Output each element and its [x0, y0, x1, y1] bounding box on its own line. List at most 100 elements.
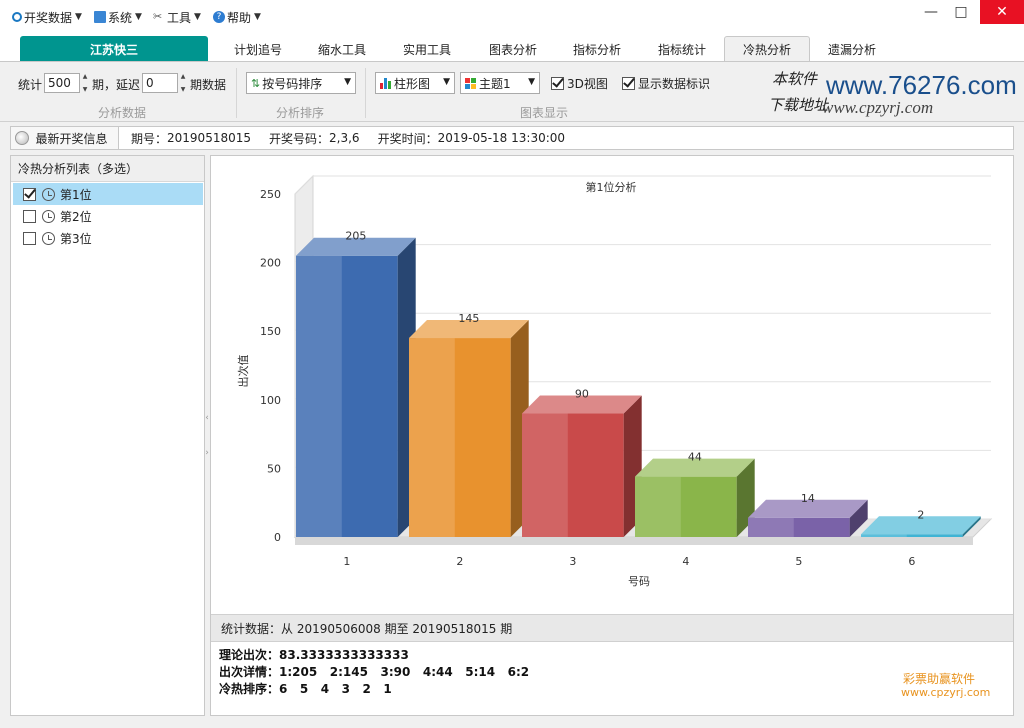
chevron-down-icon: ▼ [528, 77, 535, 87]
menu-help-label: 帮助 [227, 10, 252, 25]
bar-data-label: 14 [801, 492, 815, 505]
show-labels-checkbox[interactable]: 显示数据标识 [622, 75, 710, 92]
stat-spinner[interactable]: ▲ ▼ [80, 73, 90, 93]
chevron-down-icon: ▼ [75, 12, 82, 22]
checkbox-unchecked-icon[interactable] [23, 231, 36, 245]
stats-rank-line: 冷热排序：6 5 4 3 2 1 [219, 680, 392, 697]
x-tick-label: 4 [682, 555, 689, 568]
stats-theory-line: 理论出次：83.3333333333333 [219, 646, 409, 663]
menu-kaijiang[interactable]: 开奖数据 ▼ [12, 9, 82, 25]
y-tick-label: 0 [274, 531, 281, 544]
delay-spinner[interactable]: ▲ ▼ [178, 73, 188, 93]
toolbar-separator [365, 68, 366, 118]
y-tick-label: 150 [260, 325, 281, 338]
period-delay-label: 期，延迟 [92, 78, 141, 92]
view3d-label: 3D视图 [567, 77, 608, 91]
spin-up-icon[interactable]: ▲ [181, 73, 186, 80]
maximize-button[interactable]: □ [944, 0, 978, 24]
theme-icon [465, 77, 476, 89]
chevron-right-icon[interactable]: › [205, 448, 209, 458]
help-icon: ? [213, 11, 225, 23]
bar-highlight [748, 517, 794, 537]
chart-panel: 第1位分析 号码 出次值 0 50 100 150 200 250 205 1 145 2 90 3 4… [210, 155, 1014, 716]
x-tick-label: 5 [795, 555, 802, 568]
tab-omission[interactable]: 遗漏分析 [814, 36, 890, 62]
watermark-url: www.cpzyrj.com [822, 98, 934, 117]
delay-input[interactable]: 0 [142, 73, 178, 93]
draw-info-bar: 最新开奖信息 期号： 20190518015 开奖号码： 2,3,6 开奖时间：… [10, 126, 1014, 150]
stat-label: 统计 [18, 78, 43, 92]
toolbar-separator [236, 68, 237, 118]
period-value: 20190518015 [167, 131, 251, 145]
clock-icon [42, 209, 55, 223]
x-tick-label: 1 [343, 555, 350, 568]
stats-rank-label: 冷热排序： [219, 682, 280, 696]
sort-icon: ⇅ [251, 76, 261, 90]
clock-icon [42, 231, 55, 245]
checkbox-unchecked-icon[interactable] [23, 209, 36, 223]
x-axis-label: 号码 [628, 575, 650, 588]
tab-shrink[interactable]: 缩水工具 [306, 36, 378, 62]
show-labels-label: 显示数据标识 [638, 77, 711, 91]
footer-brand: 彩票助赢软件 [903, 672, 976, 686]
list-title: 冷热分析列表（多选） [11, 156, 204, 182]
list-item-pos3[interactable]: 第3位 [13, 227, 203, 249]
menu-tools[interactable]: ✂ 工具 ▼ [153, 9, 201, 25]
tab-jiangsu-k3[interactable]: 江苏快三 [20, 36, 208, 62]
view3d-checkbox[interactable]: 3D视图 [551, 75, 608, 92]
stats-detail-label: 出次详情： [219, 665, 280, 679]
bar-chart-icon [380, 77, 391, 89]
checkbox-checked-icon[interactable] [23, 187, 36, 201]
x-tick-label: 2 [456, 555, 463, 568]
footer-url: www.cpzyrj.com [901, 686, 991, 699]
list-item-pos1[interactable]: 第1位 [13, 183, 203, 205]
chevron-down-icon: ▼ [344, 77, 351, 87]
list-item-pos2[interactable]: 第2位 [13, 205, 203, 227]
bar-data-label: 44 [688, 451, 702, 464]
circle-icon [12, 12, 22, 22]
theme-select[interactable]: 主题1 ▼ [460, 72, 540, 94]
chart-type-select[interactable]: 柱形图 ▼ [375, 72, 455, 94]
chevron-down-icon: ▼ [443, 77, 450, 87]
hot-cold-list-panel: 冷热分析列表（多选） 第1位 第2位 第3位 [10, 155, 205, 716]
latest-draw-button[interactable]: 最新开奖信息 [11, 127, 119, 149]
close-button[interactable]: ✕ [980, 0, 1024, 24]
chevron-down-icon: ▼ [194, 12, 201, 22]
tab-indicator-analysis[interactable]: 指标分析 [560, 36, 634, 62]
spin-up-icon[interactable]: ▲ [83, 73, 88, 80]
time-label: 开奖时间： [377, 131, 438, 146]
bar-chart: 第1位分析 号码 出次值 050100150200250205114529034… [236, 174, 993, 588]
spin-down-icon[interactable]: ▼ [181, 86, 186, 93]
numbers-label: 开奖号码： [269, 131, 330, 146]
period-data-label: 期数据 [190, 78, 227, 92]
chart-title: 第1位分析 [586, 180, 637, 194]
tab-utility[interactable]: 实用工具 [390, 36, 464, 62]
tab-indicator-stats[interactable]: 指标统计 [644, 36, 720, 62]
chevron-left-icon[interactable]: ‹ [205, 413, 209, 423]
checkbox-checked-icon[interactable] [622, 77, 635, 90]
stats-theory-label: 理论出次： [219, 648, 280, 662]
stat-input[interactable]: 500 [44, 73, 80, 93]
theme-value: 主题1 [479, 76, 511, 91]
sort-select[interactable]: ⇅ 按号码排序 ▼ [246, 72, 356, 94]
tools-icon: ✂ [153, 10, 163, 23]
spin-down-icon[interactable]: ▼ [83, 86, 88, 93]
knob-icon [15, 131, 29, 145]
group-caption-display: 图表显示 [520, 106, 569, 120]
tab-chart-analysis[interactable]: 图表分析 [476, 36, 550, 62]
chevron-down-icon: ▼ [254, 12, 261, 22]
sort-select-value: 按号码排序 [262, 76, 323, 91]
menu-system[interactable]: 系统 ▼ [94, 9, 142, 25]
latest-draw-label: 最新开奖信息 [35, 131, 108, 146]
checkbox-checked-icon[interactable] [551, 77, 564, 90]
monitor-icon [94, 11, 106, 23]
y-tick-label: 200 [260, 257, 281, 270]
time-value: 2019-05-18 13:30:00 [437, 131, 566, 145]
tab-plan[interactable]: 计划追号 [222, 36, 294, 62]
bar-highlight [522, 413, 568, 537]
tab-hot-cold[interactable]: 冷热分析 [724, 36, 810, 62]
bar-data-label: 90 [575, 388, 589, 401]
numbers-value: 2,3,6 [329, 131, 360, 145]
menu-help[interactable]: ? 帮助 ▼ [213, 9, 261, 25]
minimize-button[interactable]: — [914, 0, 948, 24]
